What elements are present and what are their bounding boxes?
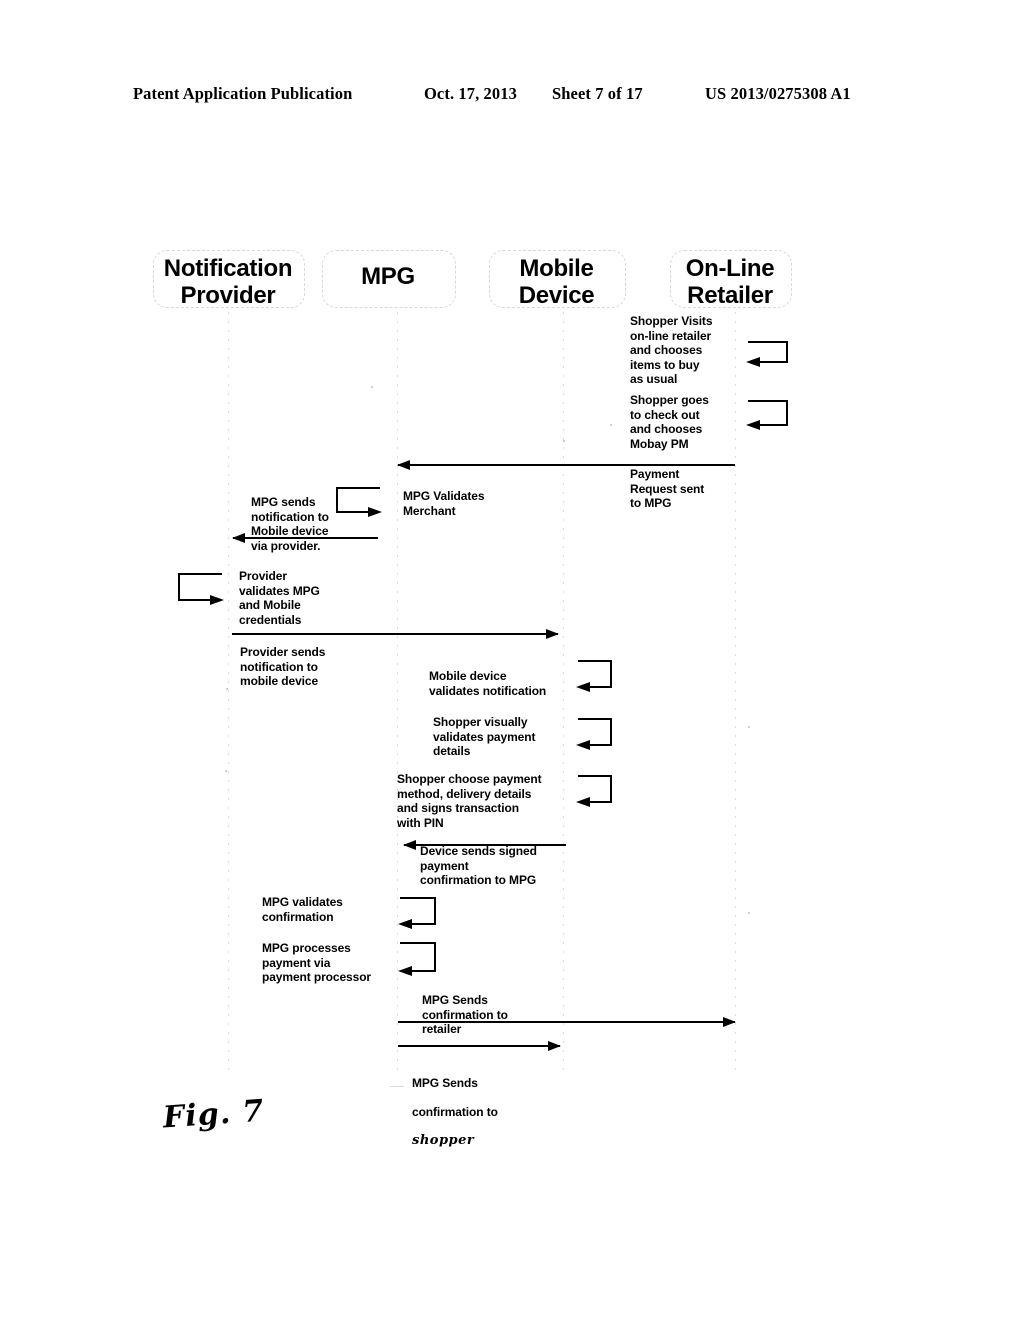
step-mpg-validates-confirmation-label: MPG validates confirmation xyxy=(262,895,343,924)
step-device-validates-notification-self-loop xyxy=(576,660,612,692)
step-shopper-validates-payment-label: Shopper visually validates payment detai… xyxy=(433,715,536,759)
lane-header-mpg: MPG xyxy=(322,263,454,290)
lane-header-online-retailer: On-Line Retailer xyxy=(668,255,792,309)
lane-label-line1: On-Line xyxy=(685,255,775,282)
step-mpg-validates-merchant-label: MPG Validates Merchant xyxy=(403,489,485,518)
lane-label-line1: MPG xyxy=(361,263,415,290)
lane-label-line1: Notification xyxy=(163,255,293,282)
step-mpg-processes-payment-self-loop xyxy=(398,942,436,976)
lane-header-mobile-device: Mobile Device xyxy=(489,255,624,309)
step-mpg-confirms-shopper-line2: confirmation to xyxy=(412,1104,498,1119)
step-mpg-processes-payment-label: MPG processes payment via payment proces… xyxy=(262,941,372,985)
step-shopper-validates-payment-self-loop xyxy=(576,718,612,750)
step-mpg-confirms-shopper-line3: shopper xyxy=(412,1132,475,1148)
step-mpg-sends-notification-self-loop xyxy=(336,487,382,517)
step-mpg-confirms-retailer-label: MPG Sends confirmation to retailer xyxy=(422,993,508,1037)
step-provider-validates-self-loop xyxy=(178,573,224,605)
step-mpg-confirms-shopper-label: MPG Sends confirmation to shopper xyxy=(412,1061,562,1163)
step-shopper-checkout-self-loop xyxy=(746,400,788,430)
step-mpg-confirms-shopper-arrow xyxy=(398,1041,561,1051)
step-shopper-visits-self-loop xyxy=(746,341,788,367)
step-shopper-checkout-label: Shopper goes to check out and chooses Mo… xyxy=(630,393,709,451)
step-mpg-confirms-retailer-arrow xyxy=(398,1017,736,1027)
sequence-diagram: Notification Provider MPG Mobile Device … xyxy=(0,0,1024,1320)
step-mpg-to-provider-arrow xyxy=(232,533,378,543)
step-provider-sends-notification-label: Provider sends notification to mobile de… xyxy=(240,645,326,689)
lane-label-line2: Device xyxy=(518,282,595,309)
step-device-validates-notification-label: Mobile device validates notification xyxy=(429,669,547,698)
step-provider-validates-label: Provider validates MPG and Mobile creden… xyxy=(239,569,320,627)
lifeline-mpg xyxy=(397,312,398,1072)
lane-label-line2: Retailer xyxy=(687,282,773,309)
step-device-sends-confirmation-label: Device sends signed payment confirmation… xyxy=(420,844,537,888)
step-mpg-confirms-shopper-line1: MPG Sends xyxy=(412,1075,478,1090)
step-provider-sends-notification-arrow xyxy=(232,629,559,639)
step-payment-request-label: Payment Request sent to MPG xyxy=(630,467,705,511)
lifeline-notification-provider xyxy=(228,312,229,1072)
step-shopper-visits-label: Shopper Visits on-line retailer and choo… xyxy=(630,314,713,387)
step-mpg-validates-confirmation-self-loop xyxy=(398,897,436,929)
figure-caption: Fig. 7 xyxy=(161,1093,266,1136)
lane-label-line1: Mobile xyxy=(519,255,594,282)
lane-label-line2: Provider xyxy=(180,282,276,309)
lane-header-notification-provider: Notification Provider xyxy=(153,255,303,309)
step-shopper-chooses-payment-label: Shopper choose payment method, delivery … xyxy=(397,772,542,830)
step-shopper-chooses-payment-self-loop xyxy=(576,775,612,807)
